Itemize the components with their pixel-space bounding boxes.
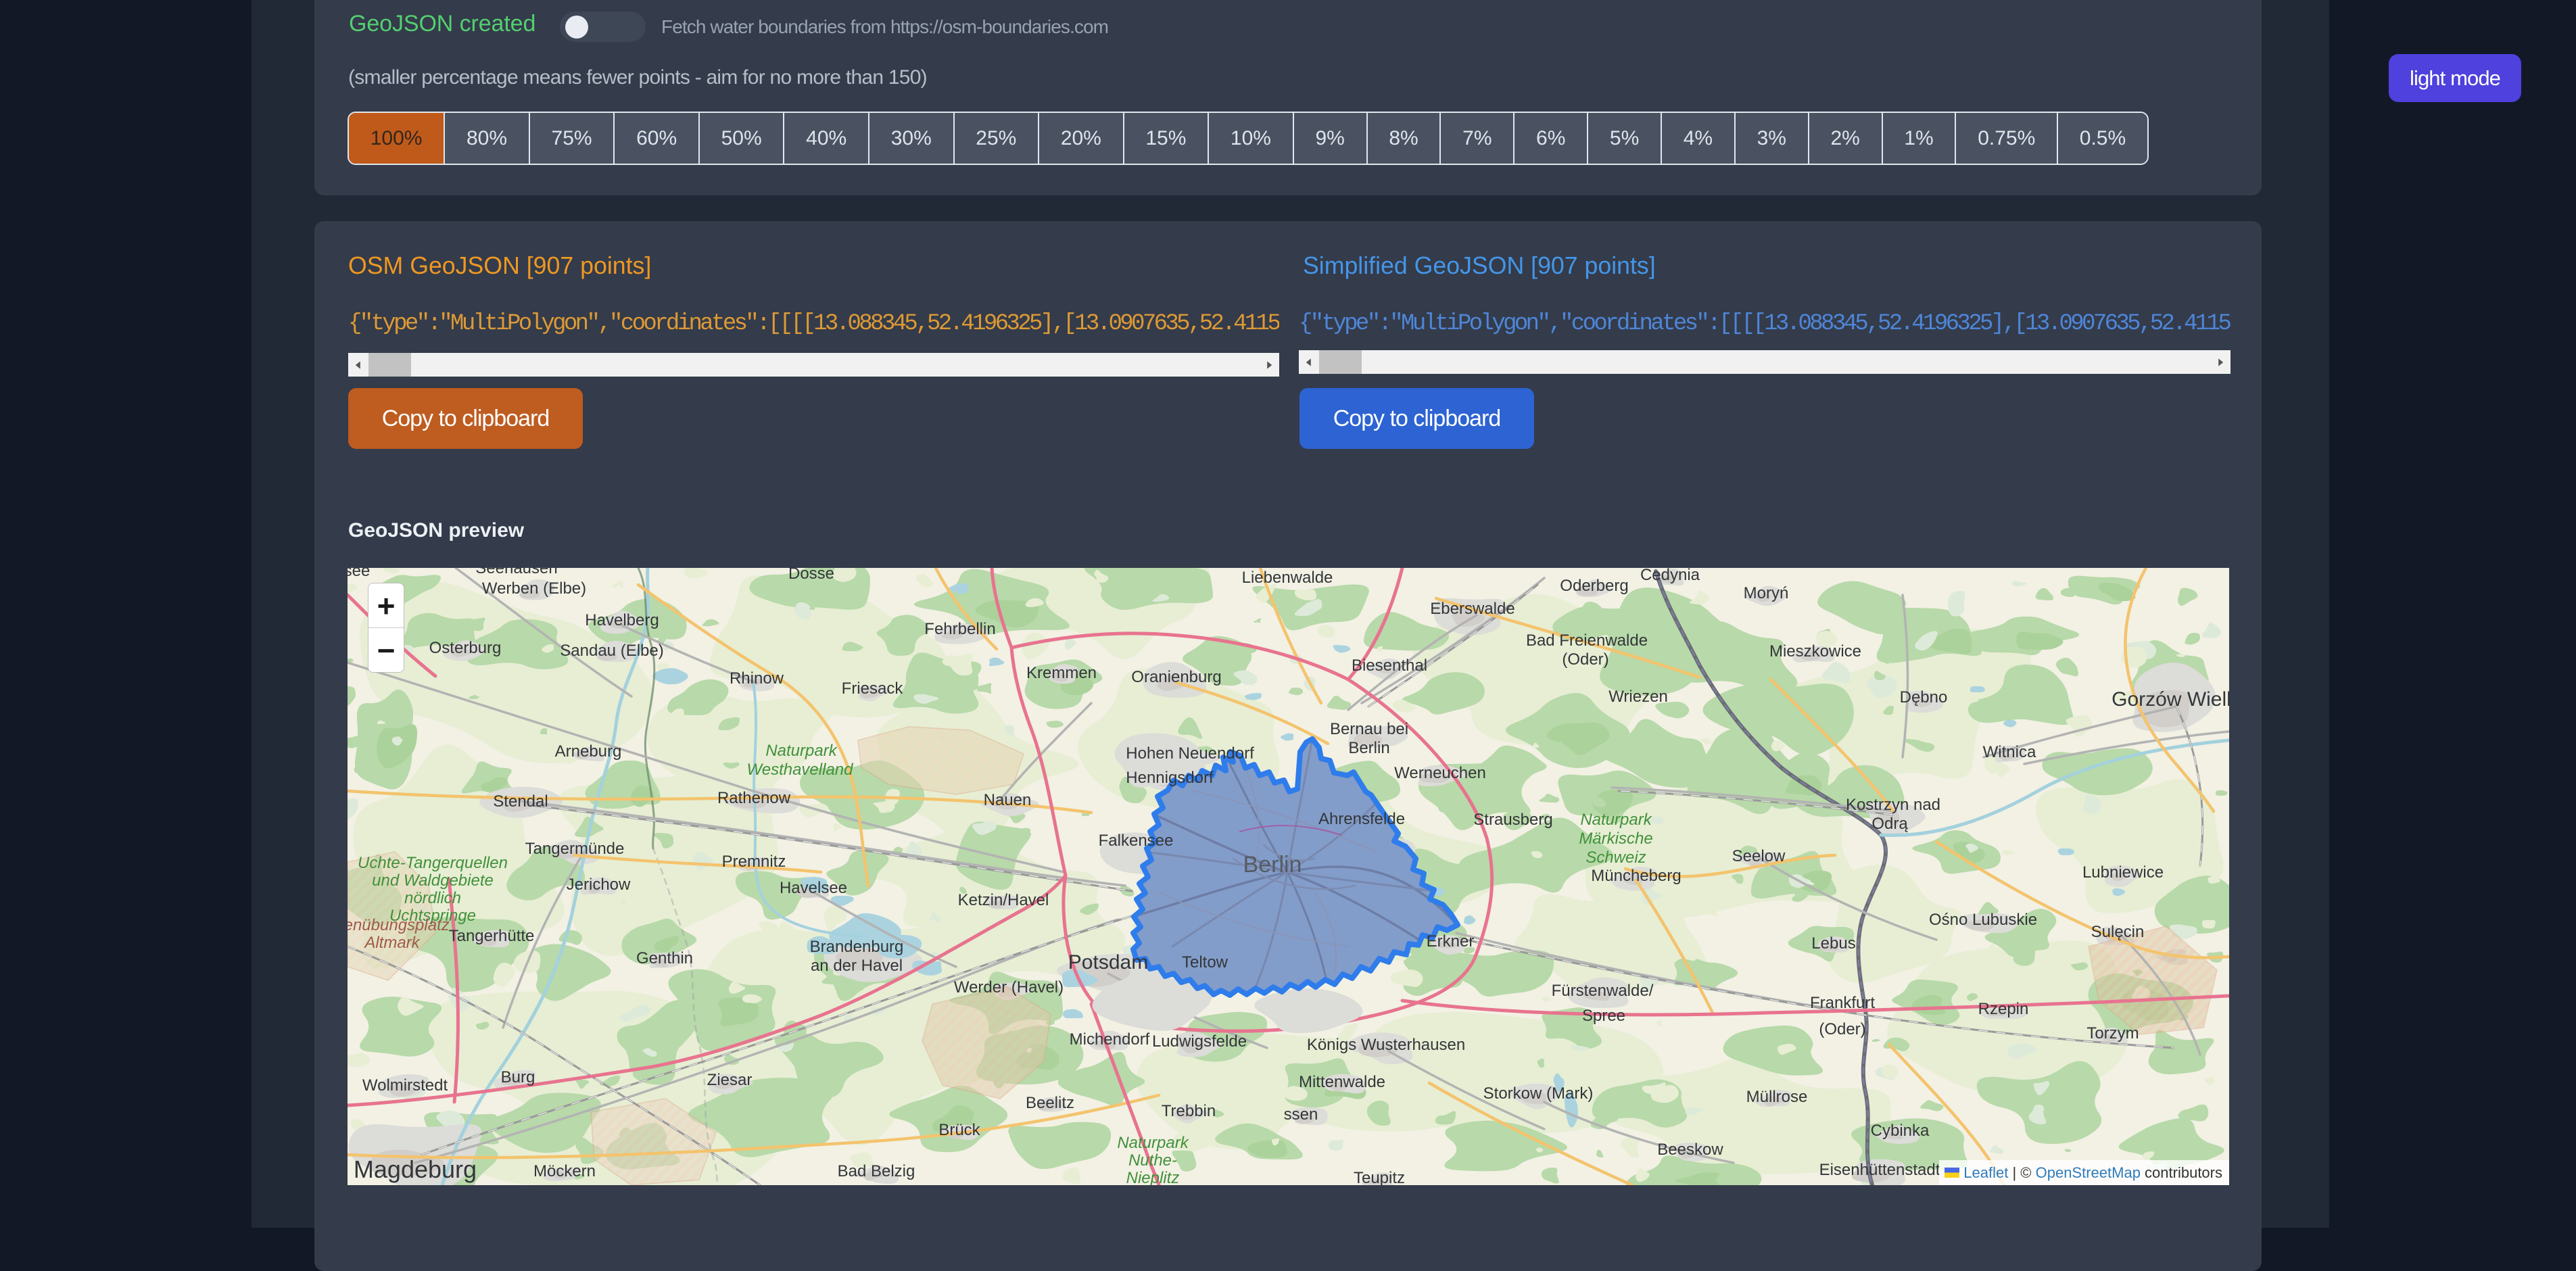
svg-text:Ketzin/Havel: Ketzin/Havel bbox=[958, 891, 1049, 909]
svg-text:Odrą: Odrą bbox=[1871, 815, 1908, 833]
svg-text:see: see bbox=[348, 568, 370, 580]
svg-text:Teltow: Teltow bbox=[1182, 953, 1229, 972]
svg-text:Müncheberg: Müncheberg bbox=[1591, 867, 1681, 885]
svg-text:Fehrbellin: Fehrbellin bbox=[924, 620, 995, 638]
svg-text:Möckern: Möckern bbox=[533, 1162, 596, 1180]
svg-text:Naturpark: Naturpark bbox=[1580, 811, 1652, 829]
svg-text:Eisenhüttenstadt: Eisenhüttenstadt bbox=[1819, 1161, 1940, 1179]
svg-text:Brück: Brück bbox=[938, 1121, 980, 1139]
svg-text:Biesenthal: Biesenthal bbox=[1352, 656, 1427, 675]
svg-text:Magdeburg: Magdeburg bbox=[354, 1155, 477, 1183]
svg-text:Nauen: Nauen bbox=[984, 791, 1032, 809]
svg-text:Michendorf: Michendorf bbox=[1070, 1030, 1150, 1049]
svg-text:Rathenow: Rathenow bbox=[717, 789, 791, 807]
svg-text:Eberswalde: Eberswalde bbox=[1430, 600, 1514, 618]
svg-text:Schweiz: Schweiz bbox=[1585, 848, 1646, 867]
svg-text:Genthin: Genthin bbox=[636, 949, 693, 967]
svg-text:Gorzów Wielkopol: Gorzów Wielkopol bbox=[2112, 688, 2229, 711]
svg-text:Cybinka: Cybinka bbox=[1871, 1122, 1930, 1140]
svg-text:Bernau bei: Bernau bei bbox=[1330, 720, 1408, 738]
svg-text:Hohen Neuendorf: Hohen Neuendorf bbox=[1126, 744, 1254, 763]
svg-text:Erkner: Erkner bbox=[1427, 932, 1475, 951]
svg-text:Falkensee: Falkensee bbox=[1099, 832, 1174, 850]
svg-text:Naturpark: Naturpark bbox=[1117, 1134, 1189, 1152]
svg-text:Ahrensfelde: Ahrensfelde bbox=[1318, 810, 1405, 828]
svg-text:Königs Wusterhausen: Königs Wusterhausen bbox=[1307, 1036, 1465, 1054]
svg-text:Friesack: Friesack bbox=[842, 679, 904, 698]
svg-text:Nuthe-: Nuthe- bbox=[1128, 1151, 1177, 1170]
svg-text:Werneuchen: Werneuchen bbox=[1394, 764, 1486, 782]
svg-text:Nieplitz: Nieplitz bbox=[1126, 1169, 1180, 1185]
svg-text:Westhavelland: Westhavelland bbox=[747, 761, 854, 779]
svg-text:Tangermünde: Tangermünde bbox=[525, 840, 625, 858]
svg-text:Havelberg: Havelberg bbox=[585, 611, 659, 629]
svg-text:Lebus: Lebus bbox=[1811, 934, 1855, 953]
svg-text:Trebbin: Trebbin bbox=[1162, 1102, 1216, 1120]
svg-text:Brandenburg: Brandenburg bbox=[810, 938, 904, 956]
svg-text:Storkow (Mark): Storkow (Mark) bbox=[1483, 1084, 1594, 1103]
svg-text:Stendal: Stendal bbox=[493, 792, 548, 811]
svg-text:Burg: Burg bbox=[501, 1068, 535, 1086]
svg-text:Moryń: Moryń bbox=[1744, 584, 1789, 602]
svg-text:und Waldgebiete: und Waldgebiete bbox=[372, 871, 494, 890]
svg-text:(Oder): (Oder) bbox=[1819, 1020, 1865, 1038]
svg-text:Arneburg: Arneburg bbox=[555, 742, 622, 761]
svg-text:Beelitz: Beelitz bbox=[1026, 1094, 1074, 1112]
svg-text:Werder (Havel): Werder (Havel) bbox=[954, 978, 1064, 997]
svg-text:Werben (Elbe): Werben (Elbe) bbox=[482, 579, 586, 598]
svg-text:an der Havel: an der Havel bbox=[811, 957, 903, 975]
svg-text:Uchte-Tangerquellen: Uchte-Tangerquellen bbox=[358, 854, 508, 872]
svg-text:Dosse: Dosse bbox=[788, 568, 834, 583]
svg-text:Havelsee: Havelsee bbox=[780, 879, 847, 897]
svg-text:Torzym: Torzym bbox=[2086, 1024, 2139, 1042]
svg-text:Mieszkowice: Mieszkowice bbox=[1769, 642, 1861, 661]
svg-text:Cedynia: Cedynia bbox=[1640, 568, 1700, 584]
svg-text:Oranienburg: Oranienburg bbox=[1131, 668, 1221, 686]
svg-text:Oderberg: Oderberg bbox=[1560, 577, 1628, 595]
svg-text:Rzepin: Rzepin bbox=[1978, 1000, 2029, 1018]
svg-text:Strausberg: Strausberg bbox=[1473, 811, 1552, 829]
svg-text:Bad Freienwalde: Bad Freienwalde bbox=[1526, 631, 1648, 650]
svg-text:Hennigsdorf: Hennigsdorf bbox=[1126, 769, 1214, 787]
svg-text:Seelow: Seelow bbox=[1732, 847, 1786, 865]
svg-text:Tangerhütte: Tangerhütte bbox=[449, 927, 535, 945]
svg-text:Bad Belzig: Bad Belzig bbox=[838, 1162, 915, 1180]
svg-text:Wolmirstedt: Wolmirstedt bbox=[362, 1076, 448, 1095]
svg-text:Fürstenwalde/: Fürstenwalde/ bbox=[1552, 982, 1654, 1000]
svg-text:Premnitz: Premnitz bbox=[722, 853, 786, 871]
svg-text:Liebenwalde: Liebenwalde bbox=[1242, 569, 1333, 587]
svg-text:Sulęcin: Sulęcin bbox=[2091, 923, 2145, 941]
svg-text:Potsdam: Potsdam bbox=[1068, 951, 1148, 974]
svg-text:Altmark: Altmark bbox=[363, 934, 421, 952]
svg-text:Mittenwalde: Mittenwalde bbox=[1299, 1073, 1385, 1091]
svg-text:Rhinow: Rhinow bbox=[730, 669, 784, 688]
svg-text:Müllrose: Müllrose bbox=[1746, 1088, 1808, 1106]
svg-text:Dębno: Dębno bbox=[1900, 688, 1948, 706]
svg-text:Ośno Lubuskie: Ośno Lubuskie bbox=[1929, 911, 2037, 929]
svg-text:Jerichow: Jerichow bbox=[567, 876, 631, 894]
svg-text:Osterburg: Osterburg bbox=[429, 639, 502, 657]
svg-text:Ziesar: Ziesar bbox=[707, 1071, 753, 1089]
svg-text:Lubniewice: Lubniewice bbox=[2082, 863, 2164, 882]
svg-text:Ludwigsfelde: Ludwigsfelde bbox=[1152, 1032, 1247, 1051]
svg-text:Frankfurt: Frankfurt bbox=[1810, 994, 1875, 1012]
svg-text:Witnica: Witnica bbox=[1983, 743, 2036, 761]
svg-text:Berlin: Berlin bbox=[1243, 852, 1302, 878]
svg-text:ssen: ssen bbox=[1284, 1105, 1318, 1124]
svg-text:Märkische: Märkische bbox=[1579, 830, 1652, 848]
svg-text:Teupitz: Teupitz bbox=[1354, 1169, 1405, 1185]
svg-text:Berlin: Berlin bbox=[1348, 739, 1389, 757]
svg-text:nördlich: nördlich bbox=[404, 889, 461, 907]
svg-text:Naturpark: Naturpark bbox=[765, 742, 838, 760]
svg-text:Wriezen: Wriezen bbox=[1608, 688, 1668, 706]
svg-text:Spree: Spree bbox=[1582, 1007, 1625, 1025]
svg-text:Kremmen: Kremmen bbox=[1026, 664, 1097, 682]
svg-text:(Oder): (Oder) bbox=[1562, 650, 1608, 669]
svg-text:Seehausen: Seehausen bbox=[475, 568, 557, 577]
svg-text:Beeskow: Beeskow bbox=[1657, 1141, 1723, 1159]
svg-text:Sandau (Elbe): Sandau (Elbe) bbox=[560, 642, 663, 660]
svg-text:penübungsplatz: penübungsplatz bbox=[348, 916, 450, 934]
svg-text:Kostrzyn nad: Kostrzyn nad bbox=[1846, 796, 1940, 814]
